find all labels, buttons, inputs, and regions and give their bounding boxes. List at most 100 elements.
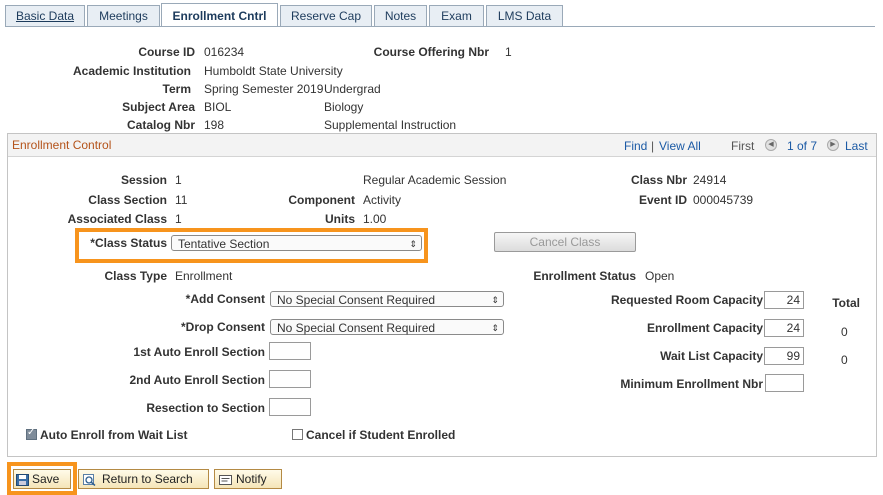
prev-arrow-icon[interactable]: ◀	[765, 139, 777, 151]
tab-label: Basic Data	[15, 9, 75, 23]
wait-list-capacity-label: Wait List Capacity	[660, 349, 763, 363]
minimum-enrollment-label: Minimum Enrollment Nbr	[620, 377, 763, 391]
add-consent-select[interactable]: No Special Consent Required ⇕	[270, 291, 504, 307]
auto-enroll-wait-list-checkbox[interactable]	[26, 427, 37, 440]
tab-reserve-cap[interactable]: Reserve Cap	[280, 5, 372, 26]
return-to-search-button[interactable]: Return to Search	[78, 469, 209, 489]
next-arrow-icon[interactable]: ▶	[827, 139, 839, 151]
enrollment-status-value: Open	[645, 269, 675, 283]
drop-consent-value: No Special Consent Required	[277, 321, 436, 335]
class-status-value: Tentative Section	[178, 237, 270, 251]
first-label: First	[731, 139, 755, 153]
second-auto-enroll-input[interactable]	[269, 370, 311, 388]
units-value: 1.00	[363, 212, 387, 226]
tab-label: Meetings	[99, 9, 148, 23]
cancel-if-enrolled-label: Cancel if Student Enrolled	[306, 428, 456, 442]
associated-class-label: Associated Class	[67, 212, 167, 226]
requested-room-capacity-label: Requested Room Capacity	[610, 293, 763, 307]
tab-notes[interactable]: Notes	[374, 5, 427, 26]
tab-label: Notes	[384, 9, 417, 23]
dropdown-arrow-icon: ⇕	[491, 295, 499, 305]
tab-exam[interactable]: Exam	[429, 5, 484, 26]
first-auto-enroll-input[interactable]	[269, 342, 311, 360]
subject-area-label: Subject Area	[122, 100, 195, 114]
view-all-link[interactable]: View All	[659, 139, 701, 153]
total-label: Total	[832, 296, 860, 310]
tab-lms-data[interactable]: LMS Data	[486, 5, 563, 26]
class-nbr-label: Class Nbr	[630, 173, 687, 187]
drop-consent-select[interactable]: No Special Consent Required ⇕	[270, 319, 504, 335]
row-range: 1 of 7	[787, 139, 818, 153]
first-auto-enroll-label: 1st Auto Enroll Section	[133, 345, 265, 359]
tab-label: Enrollment Cntrl	[172, 9, 267, 23]
class-status-select[interactable]: Tentative Section ⇕	[171, 235, 422, 251]
catalog-desc: Supplemental Instruction	[324, 118, 457, 132]
course-offering-value: 1	[505, 45, 512, 59]
search-icon	[83, 473, 96, 486]
enrollment-status-label: Enrollment Status	[533, 269, 636, 283]
save-button[interactable]: Save	[13, 469, 71, 489]
course-id-value: 016234	[204, 45, 245, 59]
course-id-label: Course ID	[138, 45, 195, 59]
drop-consent-label: *Drop Consent	[181, 320, 265, 334]
class-type-label: Class Type	[104, 269, 167, 283]
cancel-if-enrolled-checkbox[interactable]	[292, 429, 303, 440]
subject-area-value: BIOL	[204, 100, 232, 114]
total-enrollment-value: 0	[841, 325, 848, 339]
notify-icon	[219, 474, 232, 485]
tab-label: Exam	[441, 9, 472, 23]
last-link[interactable]: Last	[845, 139, 868, 153]
institution-value: Humboldt State University	[204, 64, 343, 78]
notify-button[interactable]: Notify	[214, 469, 282, 489]
class-status-label: *Class Status	[90, 236, 167, 250]
total-wait-list-value: 0	[841, 353, 848, 367]
auto-enroll-wait-list-label: Auto Enroll from Wait List	[40, 428, 188, 442]
catalog-nbr-value: 198	[204, 118, 225, 132]
panel-title: Enrollment Control	[12, 138, 112, 152]
second-auto-enroll-label: 2nd Auto Enroll Section	[129, 373, 265, 387]
minimum-enrollment-input[interactable]	[765, 374, 804, 392]
enrollment-capacity-input[interactable]: 24	[764, 319, 804, 337]
term-career: Undergrad	[324, 82, 381, 96]
panel-header: Enrollment Control Find | View All First…	[8, 134, 876, 157]
units-label: Units	[325, 212, 355, 226]
component-label: Component	[288, 193, 355, 207]
enrollment-capacity-label: Enrollment Capacity	[646, 321, 763, 335]
tab-label: LMS Data	[497, 9, 552, 23]
dropdown-arrow-icon: ⇕	[491, 323, 499, 333]
requested-room-capacity-input[interactable]: 24	[764, 291, 804, 309]
wait-list-capacity-input[interactable]: 99	[764, 347, 804, 365]
class-type-value: Enrollment	[175, 269, 233, 283]
tab-meetings[interactable]: Meetings	[87, 5, 160, 26]
add-consent-label: *Add Consent	[185, 292, 265, 306]
catalog-nbr-label: Catalog Nbr	[126, 118, 195, 132]
session-value: 1	[175, 173, 182, 187]
tab-enrollment-cntrl[interactable]: Enrollment Cntrl	[161, 3, 278, 27]
nav-separator: |	[651, 139, 655, 153]
cancel-class-button[interactable]: Cancel Class	[494, 232, 636, 252]
tab-divider	[5, 26, 875, 27]
find-link[interactable]: Find	[624, 139, 647, 153]
associated-class-value: 1	[175, 212, 182, 226]
class-nbr-value: 24914	[693, 173, 727, 187]
tab-basic-data[interactable]: Basic Data	[5, 5, 85, 26]
session-label: Session	[120, 173, 167, 187]
return-to-search-label: Return to Search	[102, 472, 193, 486]
class-section-value: 11	[175, 193, 188, 207]
term-label: Term	[162, 82, 191, 96]
subject-area-desc: Biology	[324, 100, 364, 114]
resection-input[interactable]	[269, 398, 311, 416]
course-offering-label: Course Offering Nbr	[373, 45, 489, 59]
dropdown-arrow-icon: ⇕	[409, 239, 417, 249]
class-section-label: Class Section	[88, 193, 167, 207]
save-label: Save	[32, 472, 60, 486]
notify-label: Notify	[236, 472, 267, 486]
institution-label: Academic Institution	[72, 64, 191, 78]
tab-label: Reserve Cap	[290, 9, 362, 23]
add-consent-value: No Special Consent Required	[277, 293, 436, 307]
resection-label: Resection to Section	[146, 401, 265, 415]
event-id-value: 000045739	[693, 193, 754, 207]
event-id-label: Event ID	[638, 193, 687, 207]
component-value: Activity	[363, 193, 402, 207]
session-desc: Regular Academic Session	[363, 173, 507, 187]
